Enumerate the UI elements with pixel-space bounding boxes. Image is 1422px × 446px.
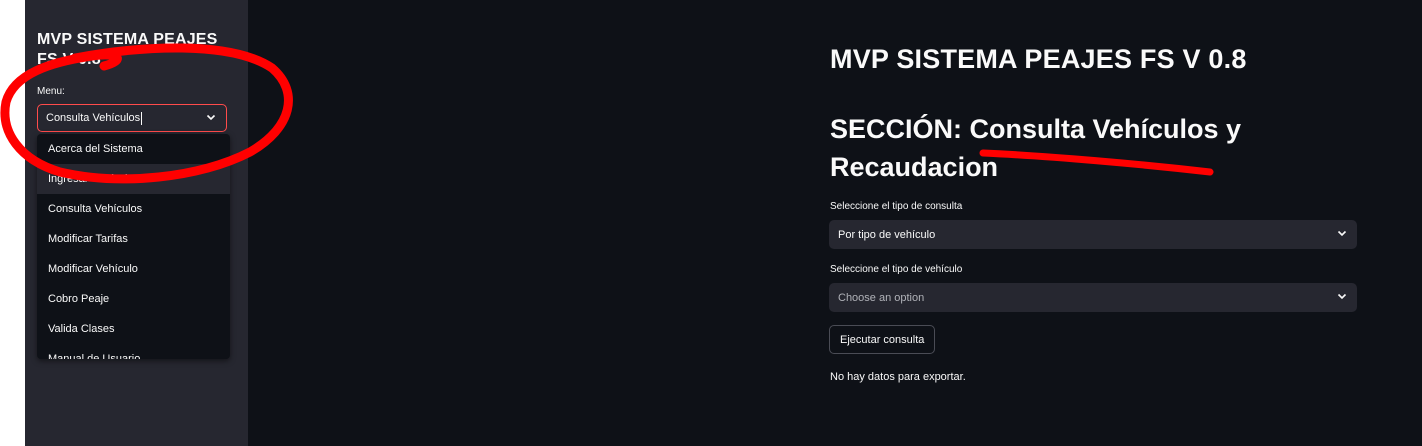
main-content: MVP SISTEMA PEAJES FS V 0.8 SECCIÓN: Con…: [248, 0, 1422, 446]
sidebar: MVP SISTEMA PEAJES FS V 0.8 Menu: Consul…: [25, 0, 248, 446]
chevron-down-icon[interactable]: [1337, 228, 1347, 241]
menu-option-tarifas[interactable]: Modificar Tarifas: [37, 224, 230, 254]
query-type-select[interactable]: Por tipo de vehículo: [829, 220, 1357, 249]
menu-option-acerca[interactable]: Acerca del Sistema: [37, 134, 230, 164]
menu-select-value: Consulta Vehículos: [46, 112, 141, 124]
section-title: SECCIÓN: Consulta Vehículos y Recaudacio…: [830, 114, 1242, 182]
text-cursor: [141, 111, 143, 125]
left-gutter: [0, 0, 25, 446]
query-type-label: Seleccione el tipo de consulta: [830, 201, 963, 212]
vehicle-type-label: Seleccione el tipo de vehículo: [830, 264, 963, 275]
query-type-value: Por tipo de vehículo: [838, 228, 936, 241]
menu-option-ingresar[interactable]: Ingresar Vehículos: [37, 164, 230, 194]
menu-option-manual[interactable]: Manual de Usuario: [37, 344, 230, 359]
menu-select[interactable]: Consulta Vehículos: [37, 104, 227, 132]
vehicle-type-placeholder: Choose an option: [838, 291, 925, 304]
menu-option-consulta[interactable]: Consulta Vehículos: [37, 194, 230, 224]
empty-message: No hay datos para exportar.: [830, 371, 966, 383]
chevron-down-icon[interactable]: [206, 112, 216, 125]
vehicle-type-select[interactable]: Choose an option: [829, 283, 1357, 312]
menu-option-modificar-vehiculo[interactable]: Modificar Vehículo: [37, 254, 230, 284]
menu-dropdown-list: Acerca del Sistema Ingresar Vehículos Co…: [37, 134, 230, 359]
page-title: MVP SISTEMA PEAJES FS V 0.8: [830, 44, 1247, 74]
menu-option-valida[interactable]: Valida Clases: [37, 314, 230, 344]
run-query-button[interactable]: Ejecutar consulta: [829, 325, 936, 354]
chevron-down-icon[interactable]: [1337, 291, 1347, 304]
sidebar-title: MVP SISTEMA PEAJES FS V 0.8: [37, 31, 218, 68]
menu-label: Menu:: [37, 86, 65, 97]
menu-option-cobro[interactable]: Cobro Peaje: [37, 284, 230, 314]
